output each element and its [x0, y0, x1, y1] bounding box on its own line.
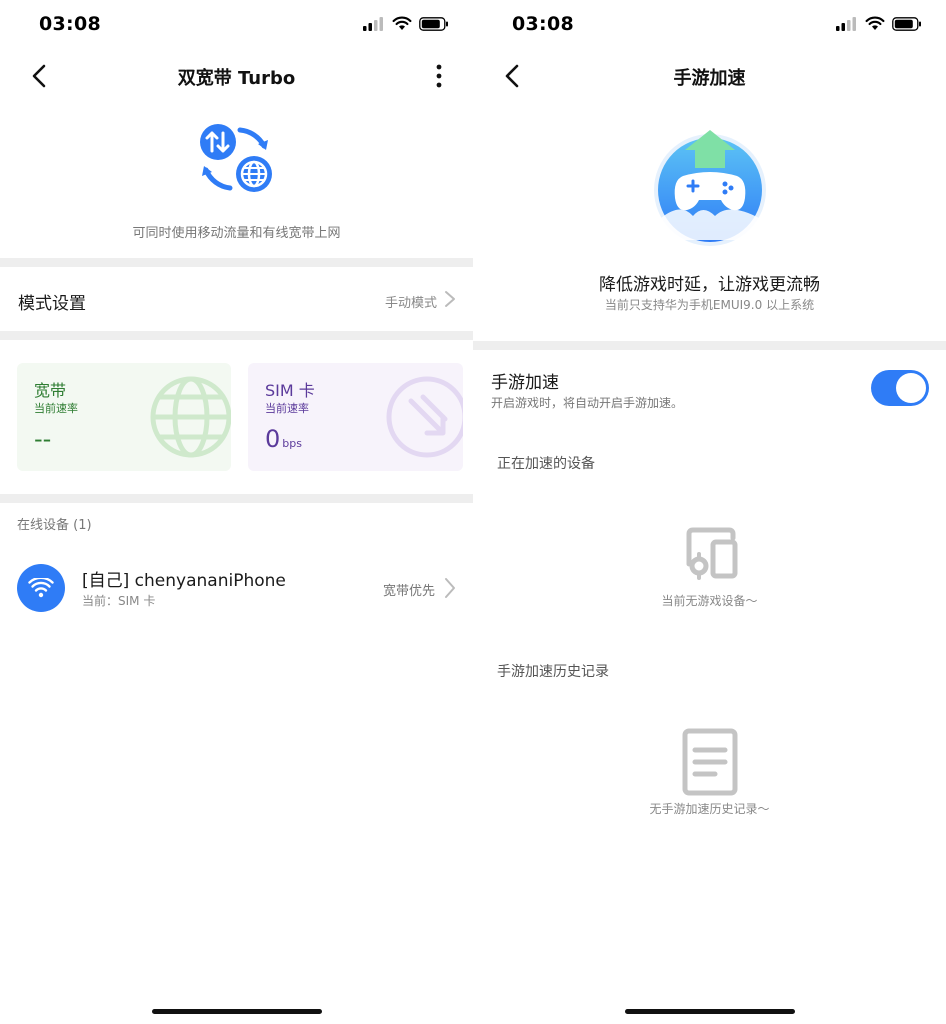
- sim-title: SIM 卡: [265, 381, 315, 400]
- device-preference: 宽带优先: [382, 584, 435, 599]
- no-history-text: 无手游加速历史记录～: [649, 802, 770, 816]
- device-avatar: [17, 564, 65, 612]
- device-current-network: 当前：SIM 卡: [82, 594, 156, 608]
- globe-icon: [150, 376, 231, 458]
- game-acceleration-screen: 03:08 手游加速 降低游戏时延，让游戏更流畅 当前只支持华为手机EMUI9.…: [473, 0, 946, 1024]
- wifi-icon: [392, 16, 412, 30]
- hero-description: 可同时使用移动流量和有线宽带上网: [132, 226, 341, 241]
- broadband-title: 宽带: [34, 381, 67, 400]
- nav-bar: 手游加速: [473, 54, 946, 98]
- battery-icon: [419, 16, 448, 31]
- devices-icon: [686, 527, 738, 580]
- device-row[interactable]: [自己] chenyananiPhone 当前：SIM 卡 宽带优先: [0, 556, 473, 620]
- sim-card[interactable]: SIM 卡 当前速率 0 bps: [248, 363, 463, 471]
- section-divider: [0, 258, 473, 267]
- broadband-subtitle: 当前速率: [34, 402, 78, 415]
- mode-settings-row[interactable]: 模式设置 手动模式: [0, 268, 473, 330]
- history-title: 手游加速历史记录: [497, 664, 609, 680]
- status-time: 03:08: [39, 13, 101, 35]
- toggle-knob: [896, 373, 926, 403]
- chevron-right-icon: [445, 578, 455, 598]
- game-support-note: 当前只支持华为手机EMUI9.0 以上系统: [604, 298, 815, 312]
- game-boost-toggle[interactable]: [871, 370, 929, 406]
- status-bar: 03:08: [473, 0, 946, 50]
- sim-rate-unit: bps: [282, 437, 302, 450]
- section-divider: [473, 341, 946, 350]
- game-headline: 降低游戏时延，让游戏更流畅: [599, 275, 820, 295]
- page-title: 双宽带 Turbo: [177, 68, 296, 89]
- broadband-rate-value: --: [34, 425, 52, 453]
- home-indicator[interactable]: [152, 1009, 322, 1014]
- game-boost-toggle-subtitle: 开启游戏时，将自动开启手游加速。: [491, 396, 684, 410]
- page-title: 手游加速: [673, 68, 746, 89]
- broadband-rate: --: [34, 425, 53, 453]
- game-controller-boost-icon: [654, 130, 766, 246]
- broadband-card[interactable]: 宽带 当前速率 --: [17, 363, 231, 471]
- wifi-icon: [865, 16, 885, 30]
- dual-network-icon: [200, 124, 272, 192]
- accelerating-devices-title: 正在加速的设备: [497, 456, 595, 472]
- document-icon: [682, 728, 738, 796]
- sim-subtitle: 当前速率: [265, 402, 309, 415]
- sim-rate-value: 0: [265, 425, 281, 453]
- wifi-icon: [28, 578, 54, 598]
- chevron-right-icon: [445, 291, 455, 307]
- status-bar: 03:08: [0, 0, 473, 50]
- no-game-devices-text: 当前无游戏设备～: [661, 594, 758, 608]
- section-divider: [0, 494, 473, 503]
- status-icons: [363, 16, 449, 31]
- mode-settings-value: 手动模式: [384, 296, 437, 311]
- section-divider: [0, 331, 473, 340]
- home-indicator[interactable]: [625, 1009, 795, 1014]
- dual-broadband-screen: 03:08 双宽带 Turbo 可同时使用移动流量和有线宽带上网 模式设置 手动…: [0, 0, 473, 1024]
- signal-icon: [836, 16, 856, 31]
- battery-icon: [892, 16, 921, 31]
- online-devices-header: 在线设备 (1): [17, 518, 92, 533]
- data-transfer-icon: [386, 376, 463, 458]
- nav-bar: 双宽带 Turbo: [0, 54, 473, 98]
- signal-icon: [363, 16, 383, 31]
- status-time: 03:08: [512, 13, 574, 35]
- status-icons: [836, 16, 922, 31]
- sim-rate: 0 bps: [265, 425, 302, 453]
- device-name: [自己] chenyananiPhone: [82, 571, 286, 591]
- mode-settings-label: 模式设置: [18, 294, 86, 314]
- more-options-icon[interactable]: [431, 62, 447, 90]
- game-boost-toggle-label: 手游加速: [491, 373, 559, 393]
